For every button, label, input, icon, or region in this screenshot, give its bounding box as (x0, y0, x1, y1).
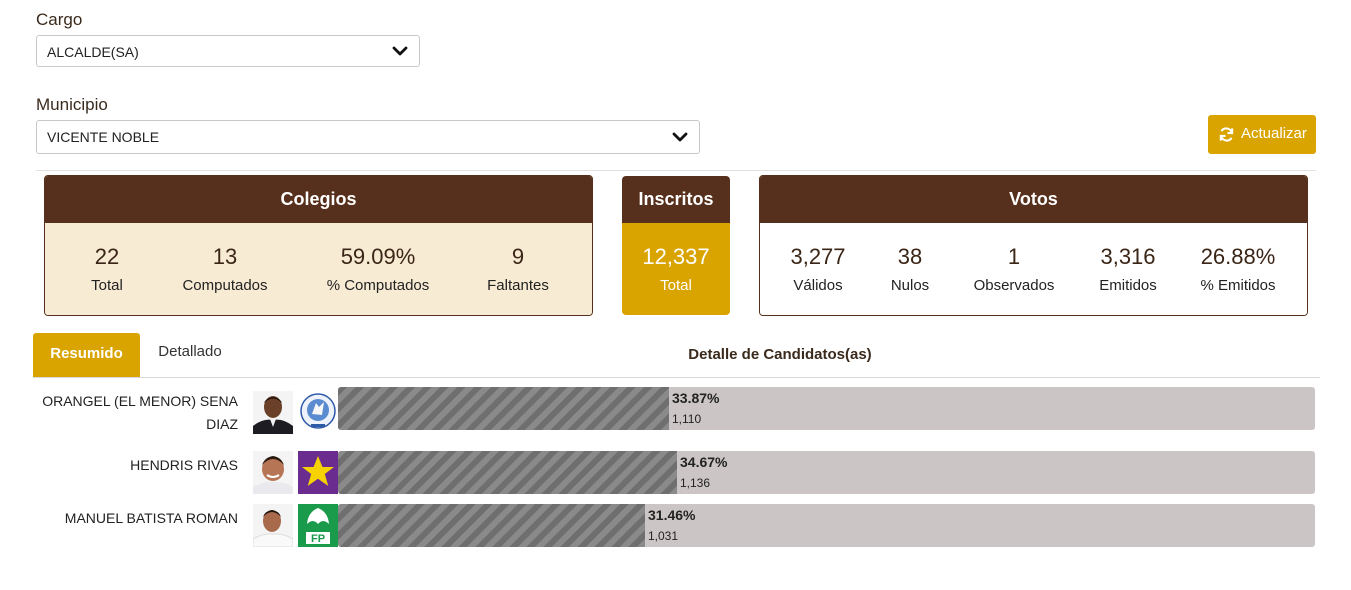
municipio-label: Municipio (36, 95, 108, 114)
chevron-down-icon (672, 132, 688, 142)
stat-value: 59.09% (340, 244, 416, 269)
candidates-section-title: Detalle de Candidatos(as) (688, 346, 872, 363)
stat-value: 9 (511, 244, 525, 269)
colegios-faltantes: 9 Faltantes (468, 223, 568, 294)
stat-caption: Total (660, 277, 692, 294)
votos-emitidos: 3,316 Emitidos (1086, 223, 1170, 294)
candidate-percent: 31.46% (648, 507, 696, 523)
tabs-underline (33, 377, 1320, 378)
votos-nulos: 38 Nulos (874, 223, 946, 294)
colegios-body: 22 Total 13 Computados 59.09% % Computad… (45, 223, 592, 315)
candidate-percent: 34.67% (680, 454, 728, 470)
candidate-percent: 33.87% (672, 390, 720, 406)
stat-caption: Emitidos (1099, 277, 1157, 294)
votos-validos: 3,277 Válidos (778, 223, 858, 294)
candidate-name-line2: DIAZ (206, 416, 238, 432)
candidate-bar: 34.67% 1,136 (338, 451, 1315, 494)
inscritos-title: Inscritos (622, 176, 730, 223)
inscritos-total: 12,337 Total (622, 223, 730, 294)
party-logo-prm (298, 451, 338, 494)
refresh-button[interactable]: Actualizar (1208, 115, 1316, 154)
tab-detallado[interactable]: Detallado (140, 331, 240, 375)
candidate-bar-fill (338, 504, 645, 547)
stat-value: 3,277 (790, 244, 846, 269)
candidate-votes: 1,031 (648, 529, 679, 543)
candidate-row: HENDRIS RIVAS 34.67% 1,136 (36, 451, 1320, 499)
stat-value: 1 (1007, 244, 1021, 269)
candidate-name: MANUEL BATISTA ROMAN (18, 507, 238, 530)
candidate-photo (253, 451, 293, 494)
colegios-total: 22 Total (67, 223, 147, 294)
party-logo-fp: FP (298, 504, 338, 547)
candidate-bar: 33.87% 1,110 (338, 387, 1315, 430)
candidate-photo (253, 504, 293, 547)
stat-value: 12,337 (642, 244, 710, 269)
colegios-computados: 13 Computados (170, 223, 280, 294)
stat-caption: Observados (973, 277, 1055, 294)
stat-caption: Nulos (890, 277, 930, 294)
colegios-title: Colegios (45, 176, 592, 223)
candidate-name: HENDRIS RIVAS (18, 454, 238, 477)
cargo-label: Cargo (36, 10, 83, 29)
candidate-bar-fill (338, 387, 669, 430)
colegios-pct-computados: 59.09% % Computados (313, 223, 443, 294)
refresh-button-label: Actualizar (1241, 125, 1307, 142)
votos-title: Votos (760, 176, 1307, 223)
candidate-name: ORANGEL (EL MENOR) SENA DIAZ (18, 390, 238, 436)
divider (36, 170, 1316, 171)
candidate-bar: 31.46% 1,031 (338, 504, 1315, 547)
stat-caption: % Computados (326, 277, 430, 294)
chevron-down-icon (392, 46, 408, 56)
stat-caption: Total (91, 277, 123, 294)
stat-caption: Válidos (793, 277, 843, 294)
inscritos-card: Inscritos 12,337 Total (622, 176, 730, 315)
candidate-votes: 1,110 (672, 412, 702, 426)
candidate-photo (253, 391, 293, 434)
stat-value: 26.88% (1200, 244, 1276, 269)
cargo-select-value: ALCALDE(SA) (47, 44, 139, 60)
fp-logo-text: FP (311, 533, 325, 545)
refresh-icon (1219, 127, 1234, 142)
stat-caption: Computados (182, 277, 268, 294)
votos-pct-emitidos: 26.88% % Emitidos (1188, 223, 1288, 294)
candidate-row: MANUEL BATISTA ROMAN FP 31.46% 1,031 (36, 504, 1320, 552)
stat-value: 38 (897, 244, 923, 269)
municipio-select[interactable]: VICENTE NOBLE (36, 120, 700, 154)
votos-observados: 1 Observados (964, 223, 1064, 294)
inscritos-body: 12,337 Total (622, 223, 730, 315)
stat-value: 22 (94, 244, 120, 269)
tab-resumido[interactable]: Resumido (33, 333, 140, 377)
stat-caption: Faltantes (487, 277, 549, 294)
votos-card: Votos 3,277 Válidos 38 Nulos 1 Observado… (759, 175, 1308, 316)
stat-caption: % Emitidos (1200, 277, 1276, 294)
candidate-bar-fill (338, 451, 677, 494)
candidate-name-line1: MANUEL BATISTA ROMAN (64, 510, 238, 526)
candidate-row: ORANGEL (EL MENOR) SENA DIAZ 33.87% 1,11… (36, 387, 1320, 435)
municipio-select-value: VICENTE NOBLE (47, 129, 160, 145)
candidate-name-line1: HENDRIS RIVAS (130, 457, 238, 473)
candidate-votes: 1,136 (680, 476, 711, 490)
candidate-name-line1: ORANGEL (EL MENOR) SENA (42, 393, 238, 409)
stat-value: 3,316 (1100, 244, 1156, 269)
colegios-card: Colegios 22 Total 13 Computados 59.09% %… (44, 175, 593, 316)
votos-body: 3,277 Válidos 38 Nulos 1 Observados 3,31… (760, 223, 1307, 315)
cargo-select[interactable]: ALCALDE(SA) (36, 35, 420, 67)
stat-value: 13 (212, 244, 238, 269)
party-logo-pld (298, 391, 338, 434)
